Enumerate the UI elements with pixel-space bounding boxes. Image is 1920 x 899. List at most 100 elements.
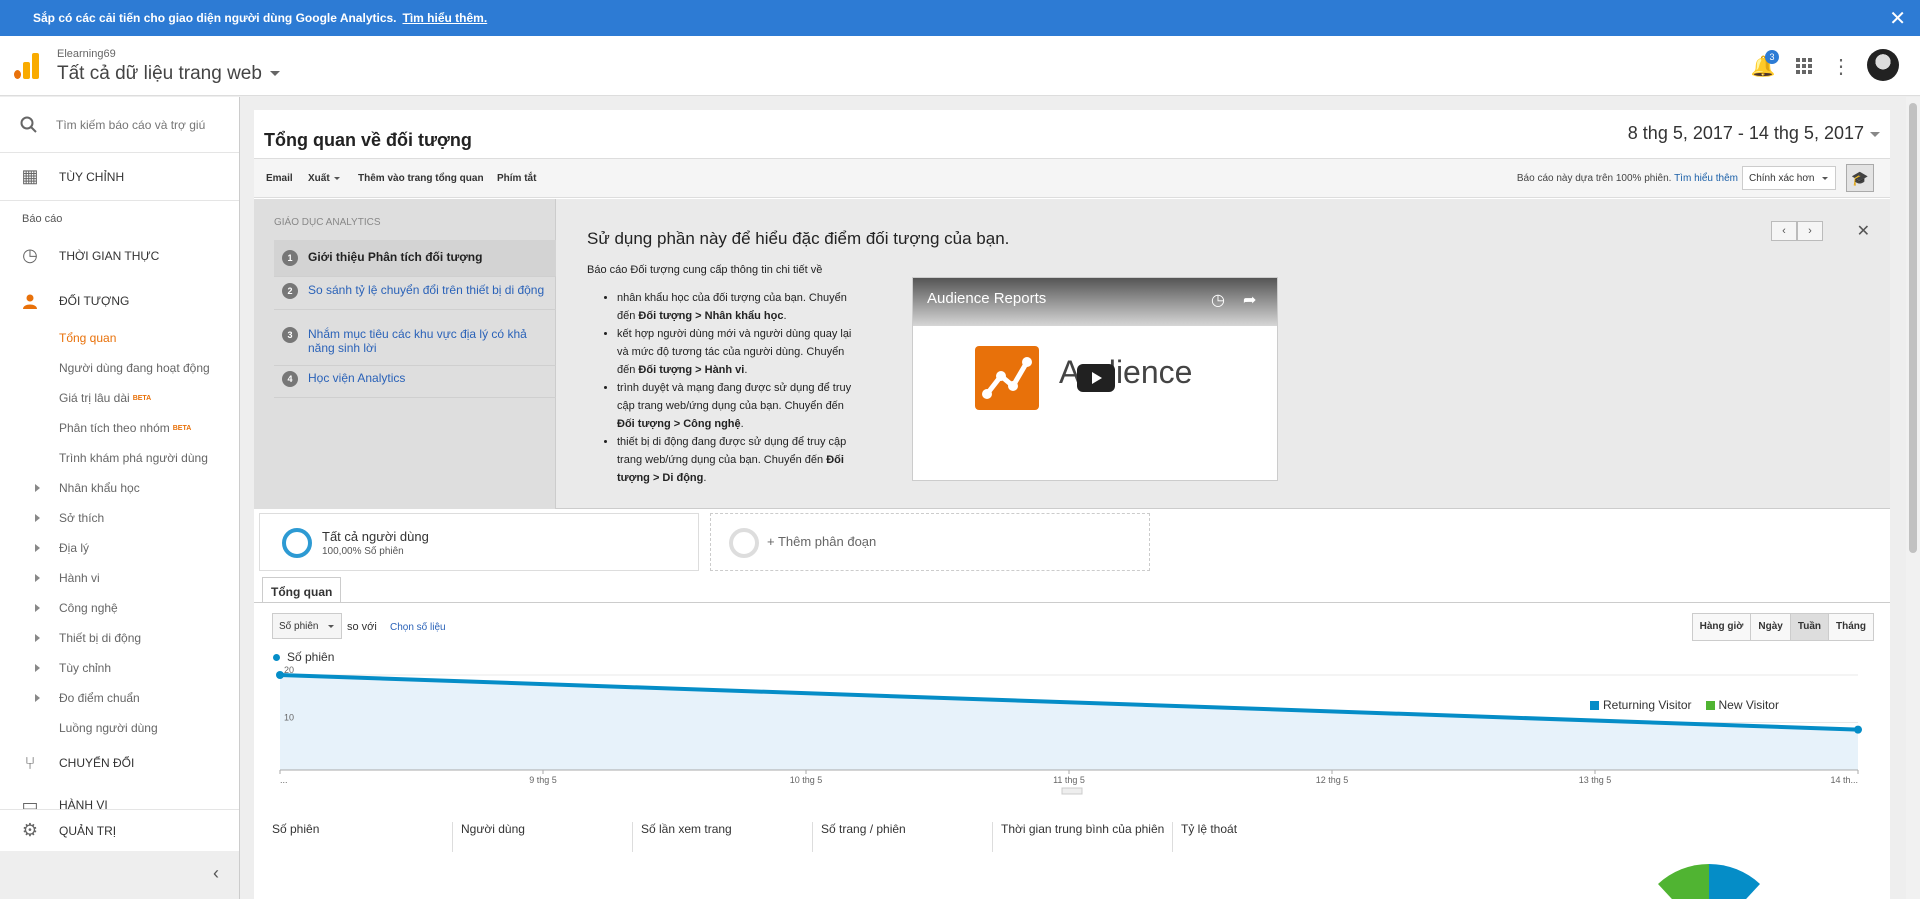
sidebar-subitem[interactable]: Đo điểm chuẩn [0, 683, 239, 713]
education-item[interactable]: 2 So sánh tỷ lệ chuyển đổi trên thiết bị … [274, 273, 556, 310]
education-item[interactable]: 3 Nhắm mục tiêu các khu vực địa lý có khả… [274, 317, 556, 366]
precision-select[interactable]: Chính xác hơn [1742, 166, 1836, 190]
share-icon[interactable]: ➦ [1243, 290, 1256, 310]
sidebar-subitem[interactable]: Luồng người dùng [0, 713, 239, 743]
chart-resize-handle[interactable] [1061, 787, 1083, 795]
education-item-label: Giới thiệu Phân tích đối tượng [308, 250, 483, 264]
play-button[interactable] [1077, 364, 1115, 392]
data-point[interactable] [1854, 725, 1862, 734]
banner-learn-more-link[interactable]: Tìm hiểu thêm. [403, 11, 488, 25]
graduation-cap-icon[interactable]: 🎓 [1846, 164, 1874, 192]
expand-arrow-icon [35, 574, 40, 582]
education-item[interactable]: 1 Giới thiệu Phân tích đối tượng [274, 240, 556, 277]
sidebar-subitem[interactable]: Địa lý [0, 533, 239, 563]
sidebar-item-realtime[interactable]: ◷ THỜI GIAN THỰC [0, 233, 239, 278]
sidebar-subitem[interactable]: Người dùng đang hoạt động [0, 353, 239, 383]
period-button[interactable]: Tháng [1828, 614, 1873, 640]
metric-label: Số lần xem trang [632, 822, 812, 852]
export-button[interactable]: Xuất [308, 173, 340, 184]
video-player[interactable]: Audience Audience Reports ◷ ➦ [912, 277, 1278, 481]
data-point[interactable] [276, 671, 284, 679]
video-title: Audience Reports [927, 290, 1047, 307]
close-icon[interactable]: ✕ [1889, 6, 1906, 31]
y-tick-label: 20 [284, 665, 294, 675]
view-selector[interactable]: Tất cả dữ liệu trang web [57, 63, 280, 85]
metric-select[interactable]: Số phiên [272, 613, 342, 639]
bullet-path[interactable]: Đối tượng > Hành vi [638, 364, 744, 376]
sidebar-subitem[interactable]: Công nghệ [0, 593, 239, 623]
sidebar-item-label: THỜI GIAN THỰC [59, 248, 160, 263]
analytics-logo-icon[interactable] [14, 53, 40, 79]
sidebar-subitem[interactable]: Giá trị lâu dài BETA [0, 383, 239, 413]
segment-all-users[interactable]: Tất cả người dùng 100,00% Số phiên [259, 513, 699, 571]
more-vert-icon[interactable]: ⋮ [1827, 52, 1855, 80]
metric-label: Người dùng [452, 822, 632, 852]
bullet-path[interactable]: Đối tượng > Công nghệ [617, 418, 741, 430]
sessions-chart: 20 10... 9 thg 5 10 thg 5 11 thg 5 12 thg 5 13… [276, 665, 1862, 795]
add-segment-button[interactable]: + Thêm phân đoạn [710, 513, 1150, 571]
sidebar-item-custom[interactable]: ▦ TÙY CHỈNH [0, 153, 239, 201]
education-item[interactable]: 4 Học viện Analytics [274, 361, 556, 398]
sidebar-subitem[interactable]: Hành vi [0, 563, 239, 593]
sidebar-subitem[interactable]: Sở thích [0, 503, 239, 533]
sidebar-item-conversions[interactable]: ⑂ CHUYỂN ĐỔI [0, 743, 239, 783]
close-icon[interactable]: ✕ [1857, 221, 1870, 241]
education-heading: GIÁO DỤC ANALYTICS [274, 217, 381, 228]
step-number: 3 [282, 327, 298, 343]
expand-arrow-icon [35, 694, 40, 702]
y-tick-label: 10 [284, 713, 294, 723]
expand-arrow-icon [35, 664, 40, 672]
sidebar-item-admin[interactable]: ⚙ QUẢN TRỊ [0, 809, 239, 851]
sidebar-subitem-label: Địa lý [59, 541, 90, 555]
education-intro: Báo cáo Đối tượng cung cấp thông tin chi… [587, 264, 823, 276]
clock-icon[interactable]: ◷ [1211, 290, 1225, 310]
page-scrollbar[interactable] [1906, 97, 1920, 899]
metric-label: Thời gian trung bình của phiên [992, 822, 1172, 852]
collapse-sidebar-button[interactable]: ‹ [0, 851, 239, 899]
shortcut-button[interactable]: Phím tắt [497, 173, 536, 184]
main-content: Tổng quan về đối tượng 8 thg 5, 2017 - 1… [254, 110, 1890, 899]
add-to-dashboard-button[interactable]: Thêm vào trang tổng quan [358, 173, 484, 184]
prev-button[interactable]: ‹ [1771, 221, 1797, 241]
search-input[interactable] [56, 117, 206, 132]
tab-overview[interactable]: Tổng quan [262, 577, 342, 603]
legend-swatch [1590, 701, 1599, 710]
person-icon [20, 291, 40, 311]
email-button[interactable]: Email [266, 173, 293, 184]
sidebar-footer: ⚙ QUẢN TRỊ ‹ [0, 809, 239, 899]
apps-grid-icon[interactable] [1790, 52, 1818, 80]
sidebar-item-audience[interactable]: ĐỐI TƯỢNG [0, 278, 239, 323]
notifications-button[interactable]: 🔔 3 [1749, 50, 1779, 80]
clock-icon: ◷ [22, 245, 38, 265]
x-tick-label: 12 thg 5 [1316, 775, 1349, 785]
sidebar-subitem[interactable]: Phân tích theo nhóm BETA [0, 413, 239, 443]
sidebar-search [0, 97, 239, 153]
notification-badge: 3 [1765, 50, 1779, 64]
period-button[interactable]: Ngày [1750, 614, 1790, 640]
education-bullet: thiết bị di động đang được sử dụng để tr… [617, 433, 858, 487]
sidebar-subitem[interactable]: Tùy chỉnh [0, 653, 239, 683]
account-name: Elearning69 [57, 48, 116, 60]
bullet-path[interactable]: Đối tượng > Nhân khẩu học [638, 310, 783, 322]
learn-more-link[interactable]: Tìm hiểu thêm [1674, 173, 1738, 184]
period-button[interactable]: Tuần [1789, 614, 1828, 640]
sidebar-subitem-label: Luồng người dùng [59, 721, 158, 735]
avatar[interactable] [1867, 49, 1899, 81]
period-button[interactable]: Hàng giờ [1692, 614, 1751, 640]
sidebar-subitem-label: Thiết bị di động [59, 631, 142, 645]
sidebar-subitem[interactable]: Thiết bị di động [0, 623, 239, 653]
sidebar-subitem[interactable]: Trình khám phá người dùng [0, 443, 239, 473]
pie-legend-label: New Visitor [1718, 698, 1779, 712]
expand-arrow-icon [35, 634, 40, 642]
add-segment-label: + Thêm phân đoạn [767, 534, 877, 549]
sidebar-item-label: TÙY CHỈNH [59, 169, 125, 184]
sidebar-subitem[interactable]: Tổng quan [0, 323, 239, 353]
compare-label: so với [347, 621, 377, 633]
scrollbar-thumb[interactable] [1909, 103, 1917, 553]
choose-metric-link[interactable]: Chọn số liệu [390, 622, 446, 633]
chevron-down-icon[interactable] [1870, 132, 1880, 137]
view-name: Tất cả dữ liệu trang web [57, 63, 262, 84]
date-range-picker[interactable]: 8 thg 5, 2017 - 14 thg 5, 2017 [1628, 123, 1864, 144]
next-button[interactable]: › [1797, 221, 1823, 241]
sidebar-subitem[interactable]: Nhân khẩu học [0, 473, 239, 503]
